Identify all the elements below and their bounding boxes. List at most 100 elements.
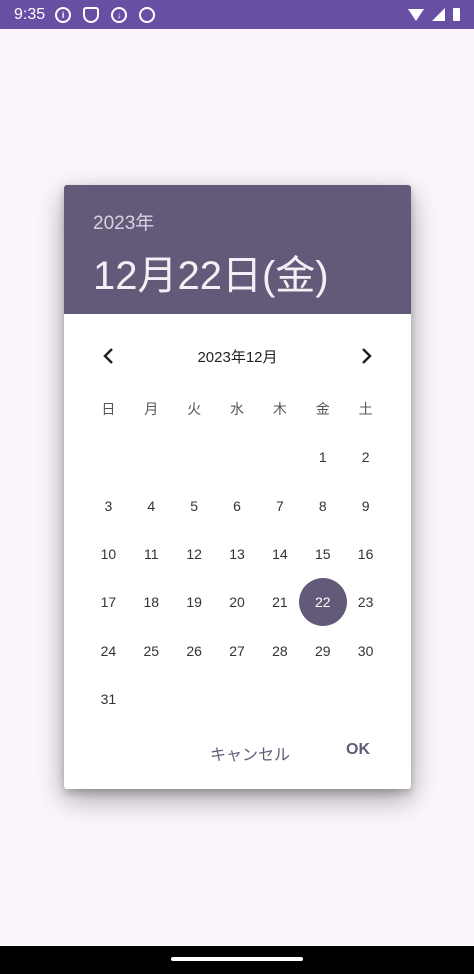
day-cell[interactable]: 17 [87,578,130,626]
day-cell[interactable]: 8 [301,482,344,530]
date-picker-dialog: 2023年 12月22日(金) 2023年12月 日月火水木金土 1234567… [64,185,411,789]
header-selected-date: 12月22日(金) [93,254,329,298]
weekday-label: 火 [187,401,202,418]
day-cell[interactable]: 28 [258,627,301,675]
weekday-header-row: 日月火水木金土 [87,385,387,433]
empty-day-cell [258,675,301,723]
ok-button[interactable]: OK [342,733,374,767]
day-number: 3 [104,497,113,514]
day-number: 21 [272,594,288,611]
day-cell[interactable]: 31 [87,675,130,723]
day-cell[interactable]: 20 [216,578,259,626]
day-cell[interactable]: 24 [87,627,130,675]
day-number: 22 [314,594,331,611]
day-cell[interactable]: 23 [344,578,387,626]
day-number: 2 [361,449,370,466]
day-number: 7 [275,497,284,514]
day-number: 13 [229,546,245,563]
calendar-week-row: 12 [87,433,387,481]
day-number: 12 [186,546,202,563]
day-number: 28 [272,642,288,659]
calendar-week-row: 31 [87,675,387,723]
weekday-label: 水 [230,401,244,418]
selected-day-cell[interactable]: 22 [298,578,347,627]
day-number: 25 [143,642,160,659]
day-cell[interactable]: 4 [130,482,173,530]
day-cell[interactable]: 27 [216,627,259,675]
day-number: 14 [272,546,288,563]
empty-day-cell [87,433,130,481]
day-number: 16 [357,546,374,563]
header-year[interactable]: 2023年 [93,208,154,235]
day-cell[interactable]: 26 [173,627,216,675]
day-number: 6 [233,497,241,514]
empty-day-cell [173,675,216,723]
day-number: 1 [318,449,327,466]
app-icon [139,6,156,23]
empty-day-cell [344,675,387,723]
day-cell[interactable]: 10 [87,530,130,578]
weekday-label: 日 [101,401,116,418]
day-number: 5 [190,497,199,514]
day-cell[interactable]: 9 [344,482,387,530]
day-cell[interactable]: 7 [258,482,301,530]
empty-day-cell [130,675,173,723]
status-time: 9:35 [14,5,46,23]
calendar-week-row: 24 25 26 27 28 29 30 [87,626,387,674]
day-cell[interactable]: 15 [301,530,344,578]
weekday-label: 土 [358,401,373,418]
day-cell[interactable]: 3 [87,482,130,530]
dialog-header: 2023年 12月22日(金) [64,185,411,314]
download-icon: ↓ [111,6,128,23]
day-number: 19 [186,594,202,611]
status-bar: 9:35 i ↓ [0,0,474,29]
day-cell[interactable]: 16 [344,530,387,578]
day-cell[interactable]: 2 [344,433,387,481]
chevron-right-icon [362,348,372,364]
day-number: 15 [314,546,331,563]
calendar-week-row: 10 11 12 13 14 15 16 [87,530,387,578]
calendar-grid: 日月火水木金土 1 2 3 4 5 6 7 8 9 10 11 12 13 14 15 16 17 18 19 20 2… [87,385,387,723]
empty-day-cell [173,433,216,481]
day-cell[interactable]: 11 [130,530,173,578]
battery-icon [453,8,460,21]
signal-icon [432,8,445,21]
weekday-label: 月 [144,401,159,418]
weekday-label: 金 [315,401,330,418]
day-cell[interactable]: 25 [130,627,173,675]
day-number: 29 [314,642,331,659]
day-cell[interactable]: 30 [344,627,387,675]
day-number: 9 [361,497,370,514]
day-number: 11 [144,546,159,563]
calendar-week-row: 3 4 5 6 7 8 9 [87,482,387,530]
day-cell[interactable]: 1 [301,433,344,481]
day-cell[interactable]: 14 [258,530,301,578]
empty-day-cell [216,433,259,481]
month-navigation: 2023年12月 [64,326,411,386]
empty-day-cell [301,675,344,723]
day-cell[interactable]: 5 [173,482,216,530]
calendar-week-row: 17 18 19 20 21 22 23 [87,578,387,627]
day-number: 10 [100,546,117,563]
empty-day-cell [258,433,301,481]
day-cell[interactable]: 12 [173,530,216,578]
wifi-icon [408,8,424,21]
day-cell[interactable]: 21 [258,578,301,626]
day-number: 31 [100,690,117,707]
day-number: 24 [100,642,117,659]
status-right-icons [408,8,460,21]
empty-day-cell [216,675,259,723]
day-cell[interactable]: 18 [130,578,173,626]
cancel-button[interactable]: キャンセル [206,733,294,773]
next-month-button[interactable] [353,343,379,369]
day-cell[interactable]: 29 [301,627,344,675]
empty-day-cell [130,433,173,481]
day-cell[interactable]: 6 [216,482,259,530]
day-cell[interactable]: 13 [216,530,259,578]
dialog-actions: キャンセル OK [64,719,411,789]
day-number: 8 [318,497,327,514]
day-number: 4 [147,497,156,514]
gesture-handle[interactable] [171,957,303,961]
day-number: 17 [100,594,117,611]
day-cell[interactable]: 19 [173,578,216,626]
